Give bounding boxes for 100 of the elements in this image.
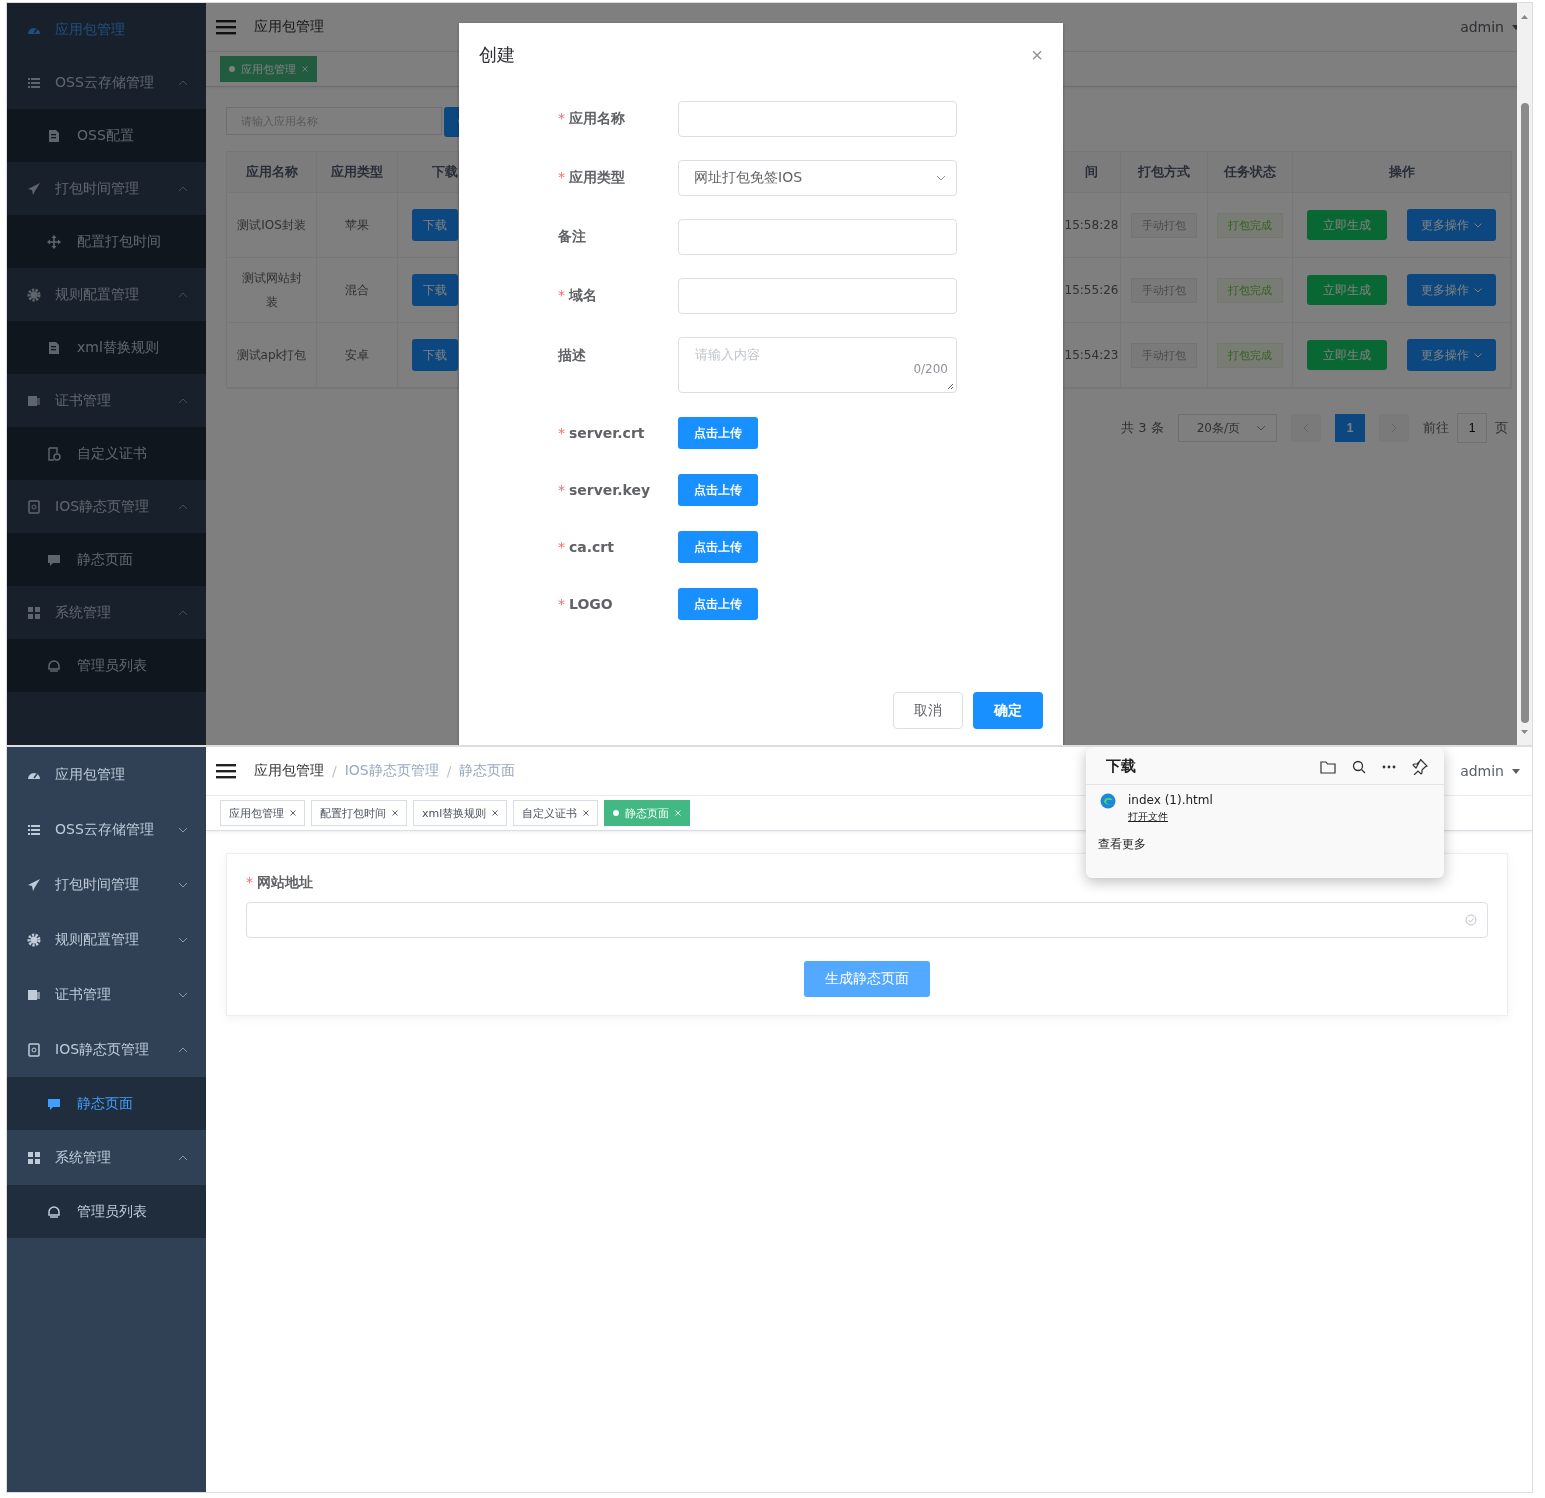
more-actions-button[interactable]: 更多操作	[1407, 209, 1496, 241]
download-button[interactable]: 下载	[412, 274, 458, 306]
close-icon	[392, 810, 398, 816]
menu-item[interactable]: 规则配置管理	[7, 912, 206, 967]
field-label: * LOGO	[558, 596, 614, 612]
menu-item[interactable]: IOS静态页管理	[7, 1022, 206, 1077]
menu-item[interactable]: 证书管理	[7, 374, 206, 427]
grid-icon	[27, 605, 41, 620]
menu-item[interactable]: 规则配置管理	[7, 268, 206, 321]
chevron-left-icon	[1303, 423, 1309, 433]
user-menu[interactable]: admin	[1460, 763, 1520, 779]
status-tag: 打包完成	[1217, 212, 1283, 238]
generate-button[interactable]: 立即生成	[1307, 340, 1387, 370]
menu-item[interactable]: 打包时间管理	[7, 162, 206, 215]
cancel-button[interactable]: 取消	[893, 692, 963, 729]
submenu-item[interactable]: 管理员列表	[7, 1185, 206, 1238]
required-mark: *	[558, 539, 565, 555]
upload-button[interactable]: 点击上传	[678, 588, 758, 620]
menu-icon	[216, 763, 236, 779]
menu-item[interactable]: 应用包管理	[7, 3, 206, 56]
menu-item[interactable]: IOS静态页管理	[7, 480, 206, 533]
next-page-button[interactable]	[1379, 414, 1409, 442]
caret-icon	[178, 609, 188, 616]
input-field[interactable]	[678, 101, 957, 137]
breadcrumb[interactable]: 应用包管理	[254, 762, 324, 780]
open-file-link[interactable]: 打开文件	[1128, 810, 1213, 824]
upload-button[interactable]: 点击上传	[678, 531, 758, 563]
page-tab[interactable]: 静态页面	[604, 800, 691, 826]
menu-item[interactable]: 系统管理	[7, 1130, 206, 1185]
submenu-item[interactable]: 静态页面	[7, 1077, 206, 1130]
caret-icon	[1474, 222, 1482, 228]
submenu-item[interactable]: OSS配置	[7, 109, 206, 162]
close-icon	[290, 810, 296, 816]
upload-button[interactable]: 点击上传	[678, 417, 758, 449]
textarea-field[interactable]: 请输入内容 0/200	[678, 337, 957, 393]
caret-icon	[178, 79, 188, 86]
gear-icon	[27, 287, 41, 302]
close-icon	[492, 810, 499, 816]
caret-icon	[936, 175, 946, 181]
submenu-item[interactable]: xml替换规则	[7, 321, 206, 374]
dot-icon	[229, 66, 235, 72]
page-tab[interactable]: 应用包管理	[220, 56, 317, 82]
user-icon	[47, 1204, 61, 1219]
input-field[interactable]	[678, 219, 957, 255]
move-icon	[47, 234, 61, 249]
submenu-item[interactable]: 管理员列表	[7, 639, 206, 692]
generate-page-button[interactable]: 生成静态页面	[804, 961, 930, 997]
status-tag: 打包完成	[1217, 342, 1283, 368]
menu-item[interactable]: 系统管理	[7, 586, 206, 639]
caret-icon	[178, 397, 188, 404]
required-mark: *	[558, 425, 565, 441]
menu-item[interactable]: 证书管理	[7, 967, 206, 1022]
input-field[interactable]	[678, 278, 957, 314]
download-button[interactable]: 下载	[412, 209, 458, 241]
submenu-item[interactable]: 静态页面	[7, 533, 206, 586]
field-label: 描述	[558, 346, 587, 365]
breadcrumb[interactable]: IOS静态页管理	[344, 762, 439, 780]
page-size-select[interactable]: 20条/页	[1177, 414, 1277, 442]
confirm-button[interactable]: 确定	[973, 692, 1043, 729]
submenu-item[interactable]: 自定义证书	[7, 427, 206, 480]
menu-item[interactable]: OSS云存储管理	[7, 802, 206, 857]
caret-icon	[178, 503, 188, 510]
caret-icon	[178, 1154, 188, 1161]
generate-button[interactable]: 立即生成	[1307, 210, 1387, 240]
send-icon	[27, 181, 41, 196]
more-actions-button[interactable]: 更多操作	[1407, 274, 1496, 306]
submenu-item[interactable]: 配置打包时间	[7, 215, 206, 268]
menu-item[interactable]: 打包时间管理	[7, 857, 206, 912]
menu-item[interactable]: 应用包管理	[7, 747, 206, 802]
upload-button[interactable]: 点击上传	[678, 474, 758, 506]
more-actions-button[interactable]: 更多操作	[1407, 339, 1496, 371]
list-icon	[27, 75, 41, 90]
caret-icon	[1474, 287, 1482, 293]
generate-button[interactable]: 立即生成	[1307, 275, 1387, 305]
goto-page-field[interactable]: 1	[1457, 413, 1487, 443]
column-header: 应用类型	[331, 163, 383, 181]
page-tab[interactable]: 自定义证书	[513, 800, 599, 826]
see-more-link[interactable]: 查看更多	[1086, 832, 1444, 857]
table-cell: 15:54:23	[1064, 348, 1119, 362]
column-header: 打包方式	[1138, 163, 1190, 181]
close-button[interactable]: ×	[1031, 43, 1043, 67]
url-field[interactable]	[246, 902, 1488, 938]
caret-icon	[1474, 352, 1482, 358]
column-header: 下载	[432, 163, 458, 181]
select-field[interactable]: 网址打包免签IOS	[678, 160, 957, 196]
page-tab[interactable]: xml替换规则	[413, 800, 508, 826]
table-cell-text: 测试IOS封装	[237, 217, 306, 234]
page-number[interactable]: 1	[1335, 414, 1365, 442]
required-mark: *	[558, 110, 565, 128]
field-label: * 网站地址	[246, 874, 314, 892]
grid-icon	[27, 1150, 41, 1165]
page-tab[interactable]: 配置打包时间	[311, 800, 407, 826]
download-button[interactable]: 下载	[412, 339, 458, 371]
field-label: * server.crt	[558, 425, 646, 441]
required-mark: *	[558, 596, 565, 612]
required-mark: *	[246, 874, 253, 892]
prev-page-button[interactable]	[1291, 414, 1321, 442]
document-icon	[47, 128, 61, 143]
page-tab[interactable]: 应用包管理	[220, 800, 305, 826]
menu-item[interactable]: OSS云存储管理	[7, 56, 206, 109]
